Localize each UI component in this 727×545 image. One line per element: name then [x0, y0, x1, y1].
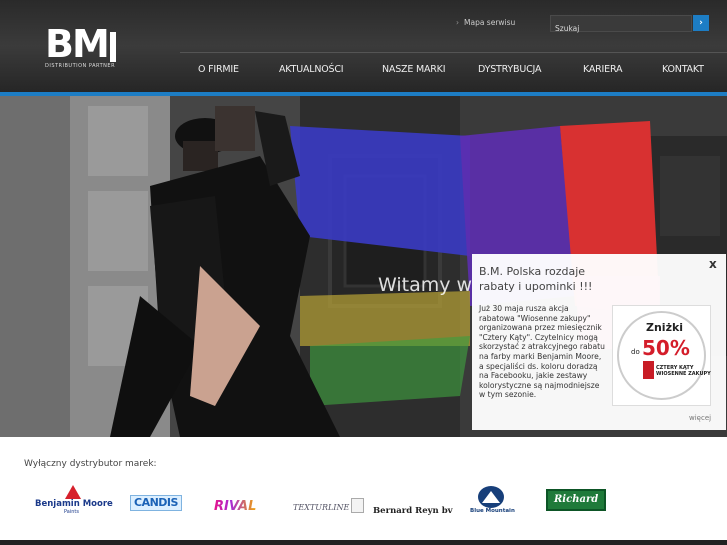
promo-brand-sub: WIOSENNE ZAKUPY [656, 371, 711, 377]
brand-texturline[interactable]: TEXTURLINE [293, 495, 365, 514]
brand-bernard-reyn[interactable]: Bernard Reyn bv [373, 498, 453, 517]
sitemap-label: Mapa serwisu [464, 18, 516, 27]
search-box [550, 15, 692, 36]
site-header: BM DISTRIBUTION PARTNER › Mapa serwisu › … [0, 0, 727, 92]
brand-name: Bernard Reyn bv [373, 506, 453, 516]
nav-item-o-firmie[interactable]: O FIRMIE [198, 64, 239, 76]
popup-title: B.M. Polska rozdaje rabaty i upominki !!… [479, 265, 593, 293]
search-input[interactable] [551, 21, 689, 36]
search-button[interactable]: › [693, 15, 709, 31]
popup-text: Już 30 maja rusza akcja rabatowa "Wiosen… [479, 304, 605, 400]
texturline-logo-icon [351, 498, 365, 513]
sitemap-link[interactable]: › Mapa serwisu [456, 18, 515, 28]
promo-badge[interactable]: Zniżki do 50% CZTERY KĄTY WIOSENNE ZAKUPY [612, 305, 711, 406]
brand-name: RIVAL [214, 499, 257, 514]
brand-benjamin-moore[interactable]: Benjamin Moore Paints [35, 485, 115, 517]
mountain-peak-icon [482, 491, 500, 503]
more-link[interactable]: więcej [689, 414, 711, 422]
brand-richard[interactable]: Richard [546, 489, 607, 511]
close-icon[interactable]: x [709, 257, 717, 271]
promo-heading: Zniżki [646, 321, 684, 334]
brand-name: CANDIS [134, 496, 178, 509]
brand-blue-mountain[interactable]: Blue Mountain [470, 486, 520, 518]
nav-item-dystrybucja[interactable]: DYSTRYBUCJA [478, 64, 541, 76]
nav-item-kariera[interactable]: KARIERA [583, 64, 622, 76]
brand-name: Richard [554, 494, 599, 505]
promo-brand: CZTERY KĄTY WIOSENNE ZAKUPY [656, 365, 711, 377]
nav-item-aktualnosci[interactable]: AKTUALNOŚCI [279, 64, 344, 76]
nav-item-nasze-marki[interactable]: NASZE MARKI [382, 64, 445, 76]
brand-name: TEXTURLINE [293, 503, 350, 512]
brand-sub: Paints [64, 509, 79, 515]
brand-name: Blue Mountain [470, 508, 515, 514]
logo-text: BM [45, 22, 110, 66]
brand-candis[interactable]: CANDIS [130, 495, 182, 511]
welcome-heading: Witamy w [378, 274, 473, 296]
brand-rival[interactable]: RIVAL [214, 495, 256, 515]
chevron-right-icon: › [456, 18, 459, 27]
brands-strip: Wyłączny dystrybutor marek: Benjamin Moo… [0, 437, 727, 540]
benjamin-moore-logo-icon [65, 485, 81, 499]
brand-name: Benjamin Moore [35, 499, 113, 509]
cztery-katy-logo-icon [643, 361, 654, 379]
logo-bar [110, 32, 116, 62]
promo-prefix: do [631, 348, 640, 356]
bm-logo[interactable]: BM DISTRIBUTION PARTNER [45, 24, 117, 72]
nav-divider [180, 52, 727, 53]
promo-percent: 50% [642, 336, 690, 360]
brands-label: Wyłączny dystrybutor marek: [24, 459, 157, 469]
logo-tagline: DISTRIBUTION PARTNER [45, 63, 116, 69]
nav-item-kontakt[interactable]: KONTAKT [662, 64, 704, 76]
footer-bar [0, 540, 727, 545]
